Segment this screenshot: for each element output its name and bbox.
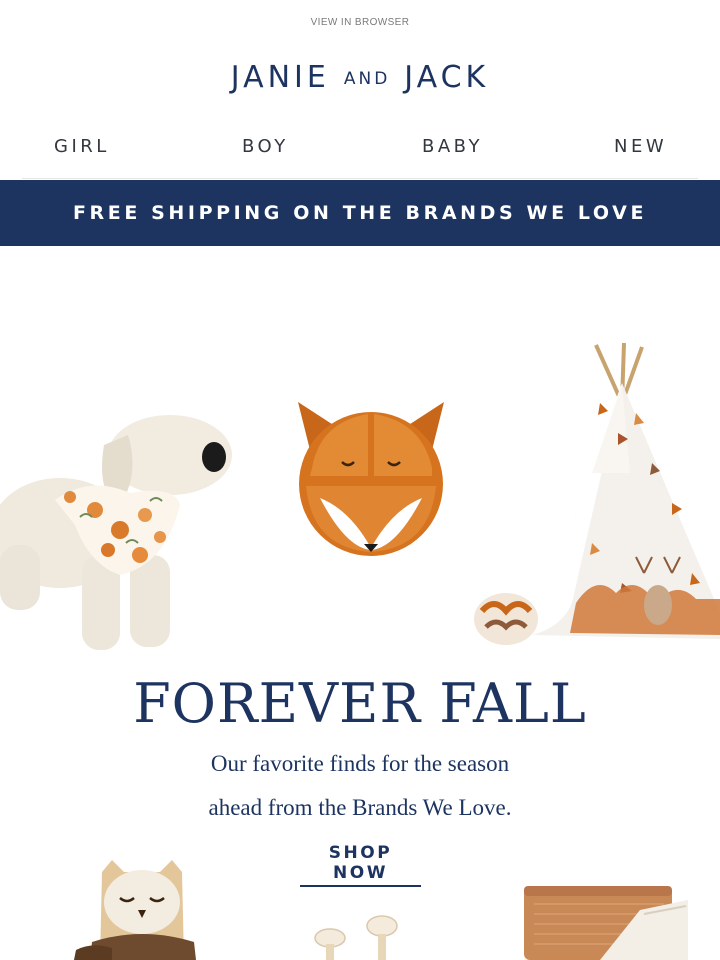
logo-word-and: AND xyxy=(343,69,391,89)
nav-item-baby[interactable]: BABY xyxy=(422,136,483,157)
nav-divider xyxy=(22,178,698,179)
hero-subcopy-line-1: Our favorite finds for the season xyxy=(210,751,510,776)
banner-text: FREE SHIPPING ON THE BRANDS WE LOVE xyxy=(72,202,648,224)
nav-item-new[interactable]: NEW xyxy=(614,136,667,157)
free-shipping-banner[interactable]: FREE SHIPPING ON THE BRANDS WE LOVE xyxy=(0,180,720,246)
nav-item-girl[interactable]: GIRL xyxy=(54,136,110,157)
view-in-browser-link[interactable]: VIEW IN BROWSER xyxy=(0,17,720,28)
brand-logo[interactable]: JANIE AND JACK xyxy=(0,60,720,95)
hero-subcopy: Our favorite finds for the season ahead … xyxy=(0,742,720,830)
hero-headline: FOREVER FALL xyxy=(133,672,587,735)
owl-toy-icon[interactable] xyxy=(72,858,212,960)
main-nav: GIRL BOY BABY NEW xyxy=(0,136,720,164)
logo-word-jack: JACK xyxy=(404,60,490,95)
blanket-icon[interactable] xyxy=(520,880,690,960)
plush-dog-icon[interactable] xyxy=(0,405,245,660)
logo-word-janie: JANIE xyxy=(230,60,330,95)
mushroom-toy-icon[interactable] xyxy=(308,912,404,960)
teepee-icon[interactable] xyxy=(472,343,720,648)
nav-item-boy[interactable]: BOY xyxy=(242,136,289,157)
shop-now-button[interactable]: SHOP NOW xyxy=(300,843,421,887)
hero-subcopy-line-2: ahead from the Brands We Love. xyxy=(208,795,512,820)
fox-plate-icon[interactable] xyxy=(290,398,452,558)
